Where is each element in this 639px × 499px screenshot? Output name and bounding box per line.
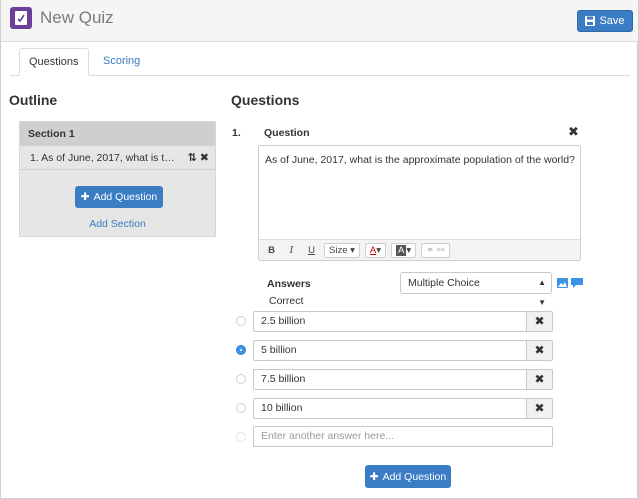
bg-color-button[interactable]: A ▾ bbox=[391, 242, 417, 258]
add-question-label: Add Question bbox=[382, 470, 447, 483]
app-window: New Quiz Save Questions Scoring Outline … bbox=[0, 0, 639, 499]
media-icons bbox=[557, 278, 583, 288]
answer-radio-2[interactable] bbox=[236, 345, 246, 355]
answer-input-2[interactable]: 5 billion ✖ bbox=[253, 340, 553, 361]
question-editor[interactable]: As of June, 2017, what is the approximat… bbox=[258, 145, 581, 261]
outline-item-controls: ⇅ ✖ bbox=[188, 146, 210, 169]
add-question-button[interactable]: ✚ Add Question bbox=[365, 465, 451, 488]
floppy-icon bbox=[585, 16, 596, 26]
tab-questions[interactable]: Questions bbox=[19, 48, 89, 76]
answer-text: 5 billion bbox=[261, 344, 297, 356]
underline-button[interactable]: U bbox=[304, 243, 319, 258]
new-answer-input[interactable]: Enter another answer here... bbox=[253, 426, 553, 447]
question-number: 1. bbox=[232, 127, 241, 139]
answer-text: 2.5 billion bbox=[261, 315, 306, 327]
comment-icon[interactable] bbox=[571, 278, 583, 288]
correct-label: Correct bbox=[269, 295, 304, 307]
top-bar: New Quiz Save bbox=[1, 0, 638, 42]
question-type-value: Multiple Choice bbox=[408, 277, 480, 289]
quiz-app-icon bbox=[10, 7, 32, 29]
delete-answer-icon[interactable]: ✖ bbox=[526, 341, 552, 360]
outline-heading: Outline bbox=[9, 92, 58, 108]
answer-text: 7.5 billion bbox=[261, 373, 306, 385]
plus-icon: ✚ bbox=[369, 470, 379, 483]
outline-add-question-label: Add Question bbox=[93, 191, 158, 203]
plus-icon: ✚ bbox=[80, 191, 90, 203]
outline-panel: Section 1 1. As of June, 2017, what is t… bbox=[19, 121, 216, 237]
font-color-label: A bbox=[369, 244, 377, 256]
bg-color-label: A bbox=[396, 244, 407, 256]
add-section-link[interactable]: Add Section bbox=[20, 218, 215, 230]
font-color-button[interactable]: A ▾ bbox=[364, 242, 387, 258]
answer-radio-3[interactable] bbox=[236, 374, 246, 384]
outline-item[interactable]: 1. As of June, 2017, what is the a... ⇅ … bbox=[20, 146, 215, 170]
question-type-select[interactable]: Multiple Choice ▲ ▼ bbox=[400, 272, 552, 307]
question-label: Question bbox=[264, 127, 310, 139]
bold-button[interactable]: B bbox=[264, 243, 279, 258]
delete-question-icon[interactable]: ✖ bbox=[568, 124, 579, 140]
page-title: New Quiz bbox=[40, 8, 114, 27]
delete-answer-icon[interactable]: ✖ bbox=[526, 370, 552, 389]
new-answer-placeholder: Enter another answer here... bbox=[261, 430, 395, 442]
outline-item-label: 1. As of June, 2017, what is the a... bbox=[30, 152, 180, 164]
section-header[interactable]: Section 1 bbox=[20, 122, 215, 146]
save-button[interactable]: Save bbox=[577, 10, 633, 32]
answer-input-1[interactable]: 2.5 billion ✖ bbox=[253, 311, 553, 332]
answers-label: Answers bbox=[267, 278, 311, 290]
save-button-label: Save bbox=[599, 15, 625, 27]
tab-bar: Questions Scoring bbox=[10, 48, 630, 76]
delete-answer-icon[interactable]: ✖ bbox=[526, 312, 552, 331]
answer-radio-new[interactable] bbox=[236, 432, 246, 442]
link-icon[interactable]: ⚭ ⚯ bbox=[421, 242, 450, 258]
size-label: Size bbox=[329, 244, 348, 256]
outline-add-question-button[interactable]: ✚ Add Question bbox=[75, 186, 163, 208]
answer-radio-4[interactable] bbox=[236, 403, 246, 413]
answer-input-3[interactable]: 7.5 billion ✖ bbox=[253, 369, 553, 390]
question-text[interactable]: As of June, 2017, what is the approximat… bbox=[265, 154, 575, 166]
editor-toolbar: B I U Size ▾ A ▾ A ▾ ⚭ ⚯ bbox=[259, 239, 580, 260]
answer-input-4[interactable]: 10 billion ✖ bbox=[253, 398, 553, 419]
size-dropdown[interactable]: Size ▾ bbox=[324, 242, 360, 258]
reorder-icon[interactable]: ⇅ bbox=[188, 152, 197, 164]
questions-heading: Questions bbox=[231, 92, 300, 108]
tab-scoring[interactable]: Scoring bbox=[94, 48, 149, 76]
answer-text: 10 billion bbox=[261, 402, 303, 414]
delete-icon[interactable]: ✖ bbox=[200, 152, 209, 164]
delete-answer-icon[interactable]: ✖ bbox=[526, 399, 552, 418]
image-icon[interactable] bbox=[557, 278, 568, 288]
select-arrow-icon: ▲ ▼ bbox=[538, 278, 546, 307]
answer-radio-1[interactable] bbox=[236, 316, 246, 326]
italic-button[interactable]: I bbox=[284, 243, 299, 258]
